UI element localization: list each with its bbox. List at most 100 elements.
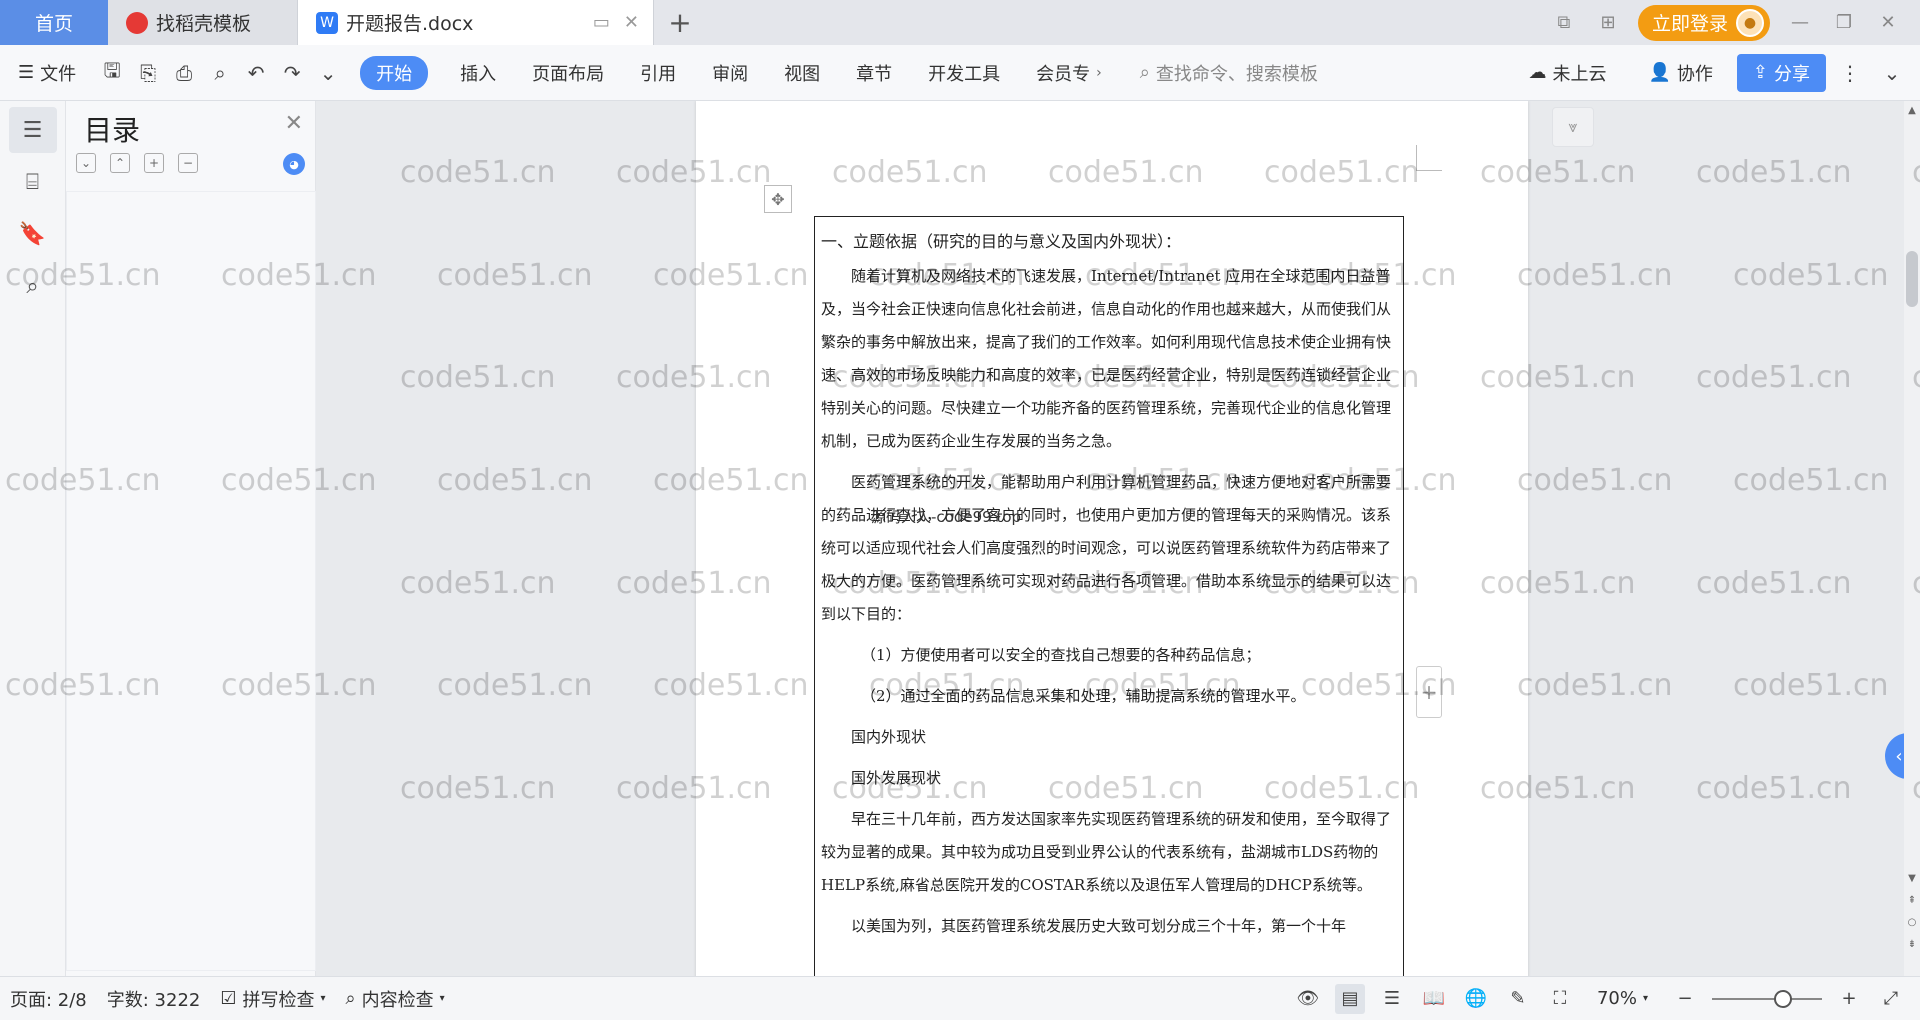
file-menu[interactable]: ☰ 文件 [0,60,94,86]
check-icon: ☑ [220,988,237,1009]
cloud-status[interactable]: ☁ 未上云 [1510,60,1624,86]
tab-chapter[interactable]: 章节 [838,60,910,86]
window-mode-icon[interactable]: ▭ [593,12,610,33]
fullscreen-icon[interactable]: ⤢ [1876,984,1906,1014]
tab-document[interactable]: W 开题报告.docx ▭ ✕ [298,0,654,45]
expand-icon[interactable]: ⌄ [76,153,96,173]
zoom-out-icon[interactable]: − [1670,984,1700,1014]
web-view-icon[interactable]: 🌐 [1461,984,1491,1014]
share-label: 分享 [1774,63,1810,85]
select-browse-icon[interactable]: ○ [1906,917,1918,931]
tab-devtools[interactable]: 开发工具 [910,60,1018,86]
float-panel-icon[interactable]: ⩔ [1552,107,1594,147]
doc-paragraph: 以美国为列，其医药管理系统发展历史大致可划分成三个十年，第一个十年 [851,917,1347,935]
zoom-level[interactable]: 70% ▾ [1587,988,1658,1009]
page-view-icon[interactable]: ▤ [1334,983,1365,1014]
print-icon[interactable]: ⎙ [166,55,202,91]
document-area: ✥ 一、立题依据（研究的目的与意义及国内外现状）： 随着计算机及网络技术的飞速发… [316,101,1904,976]
undo-icon[interactable]: ↶ [238,55,274,91]
close-window-icon[interactable]: ✕ [1874,12,1902,33]
left-icon-strip: ☰ ⌸ 🔖 ⌕ [0,101,66,976]
collab-button[interactable]: 👤 协作 [1630,60,1730,86]
document-table[interactable]: 一、立题依据（研究的目的与意义及国内外现状）： 随着计算机及网络技术的飞速发展，… [814,216,1404,976]
remove-level-icon[interactable]: − [178,153,198,173]
spell-check-button[interactable]: ☑ 拼写检查 ▾ [210,986,335,1012]
doc-list-item: （1）方便使用者可以安全的查找自己想要的各种药品信息； [861,646,1261,664]
toc-icon[interactable]: ☰ [8,107,57,153]
more-quick-icon[interactable]: ⌄ [310,55,346,91]
add-level-icon[interactable]: + [144,153,164,173]
login-button[interactable]: 立即登录 ● [1637,4,1770,41]
content-check-icon: ⌕ [345,988,356,1009]
search-icon: ⌕ [1139,62,1150,83]
share-button[interactable]: ⇪ 分享 [1736,53,1826,92]
vertical-scrollbar[interactable]: ▲ ▼ ⇞ ○ ⇟ [1904,101,1920,976]
save-icon[interactable]: 🖫 [94,55,130,91]
restore-icon[interactable]: ❐ [1830,12,1858,33]
scroll-up-icon[interactable]: ▲ [1906,105,1918,119]
layout-switch-icon[interactable]: ⧉ [1550,12,1578,33]
tab-layout[interactable]: 页面布局 [514,60,622,86]
zoom-slider-knob[interactable] [1774,989,1792,1008]
doc-paragraph: 随着计算机及网络技术的飞速发展，Internet/Intranet 应用在全球范… [821,267,1392,450]
close-icon[interactable]: ✕ [285,111,303,136]
page-indicator[interactable]: 页面: 2/8 [0,986,97,1012]
add-tab-button[interactable]: + [654,0,706,45]
tab-bar: 首页 找稻壳模板 W 开题报告.docx ▭ ✕ + ⧉ ⊞ 立即登录 ● — … [0,0,1920,45]
login-label: 立即登录 [1651,13,1728,35]
collapse-ribbon-icon[interactable]: ⌄ [1874,55,1910,91]
tab-member[interactable]: 会员专 › [1018,60,1120,86]
dropdown-icon: ▾ [320,993,326,1004]
tab-template[interactable]: 找稻壳模板 [108,0,298,45]
print-preview-icon[interactable]: ⌕ [202,55,238,91]
side-expand-icon[interactable]: ‹ [1885,733,1904,779]
tab-view[interactable]: 视图 [766,60,838,86]
redo-icon[interactable]: ↷ [274,55,310,91]
next-page-icon[interactable]: ⇟ [1906,939,1918,953]
tab-review[interactable]: 审阅 [694,60,766,86]
tab-insert[interactable]: 插入 [442,60,514,86]
main-toolbar: ☰ 文件 🖫 ⎘ ⎙ ⌕ ↶ ↷ ⌄ 开始 插入 页面布局 引用 审阅 视图 章… [0,45,1920,101]
margin-corner-mark [1416,145,1442,171]
reading-view-icon[interactable]: 📖 [1419,984,1449,1014]
write-mode-icon[interactable]: ✎ [1503,984,1533,1014]
tab-start[interactable]: 开始 [360,55,429,90]
more-options-icon[interactable]: ⋮ [1832,55,1868,91]
bookmark-icon[interactable]: 🔖 [9,211,57,257]
menu-icon: ☰ [18,62,35,83]
outline-view-icon[interactable]: ☰ [1377,984,1407,1014]
export-icon[interactable]: ⎘ [130,55,166,91]
minimize-icon[interactable]: — [1786,12,1814,33]
doc-heading: 一、立题依据（研究的目的与意义及国内外现状）： [821,232,1182,251]
smart-toc-icon[interactable]: ◕ [283,153,305,175]
close-tab-icon[interactable]: ✕ [624,12,639,33]
scroll-down-icon[interactable]: ▼ [1906,873,1918,887]
word-count[interactable]: 字数: 3222 [97,986,211,1012]
content-check-button[interactable]: ⌕ 内容检查 ▾ [336,986,455,1012]
fit-page-icon[interactable]: ⛶ [1545,984,1575,1014]
prev-page-icon[interactable]: ⇞ [1906,895,1918,909]
zoom-in-icon[interactable]: + [1834,984,1864,1014]
toc-list [66,191,316,971]
zoom-slider[interactable] [1712,989,1822,1008]
collab-label: 协作 [1676,63,1713,85]
tab-home[interactable]: 首页 [0,0,108,45]
share-icon: ⇪ [1752,62,1768,83]
eye-protection-icon[interactable]: 👁 [1293,984,1323,1014]
command-search[interactable]: ⌕ 查找命令、搜索模板 [1140,60,1318,86]
collapse-icon[interactable]: ⌃ [110,153,130,173]
dropdown-icon: ▾ [439,993,445,1004]
add-column-icon[interactable]: + [1416,666,1442,718]
scroll-right-icon[interactable]: › [1096,65,1102,81]
dropdown-icon: ▾ [1642,993,1648,1004]
tab-reference[interactable]: 引用 [622,60,694,86]
navigation-icon[interactable]: ⌸ [9,159,57,205]
spell-check-label: 拼写检查 [242,989,315,1011]
table-move-icon[interactable]: ✥ [764,185,792,213]
apps-grid-icon[interactable]: ⊞ [1594,12,1622,33]
scroll-thumb[interactable] [1906,251,1918,307]
cloud-status-label: 未上云 [1552,63,1607,85]
find-icon[interactable]: ⌕ [9,263,57,309]
status-bar: 页面: 2/8 字数: 3222 ☑ 拼写检查 ▾ ⌕ 内容检查 ▾ 👁 ▤ ☰… [0,976,1920,1020]
toc-title: 目录 [84,114,141,147]
